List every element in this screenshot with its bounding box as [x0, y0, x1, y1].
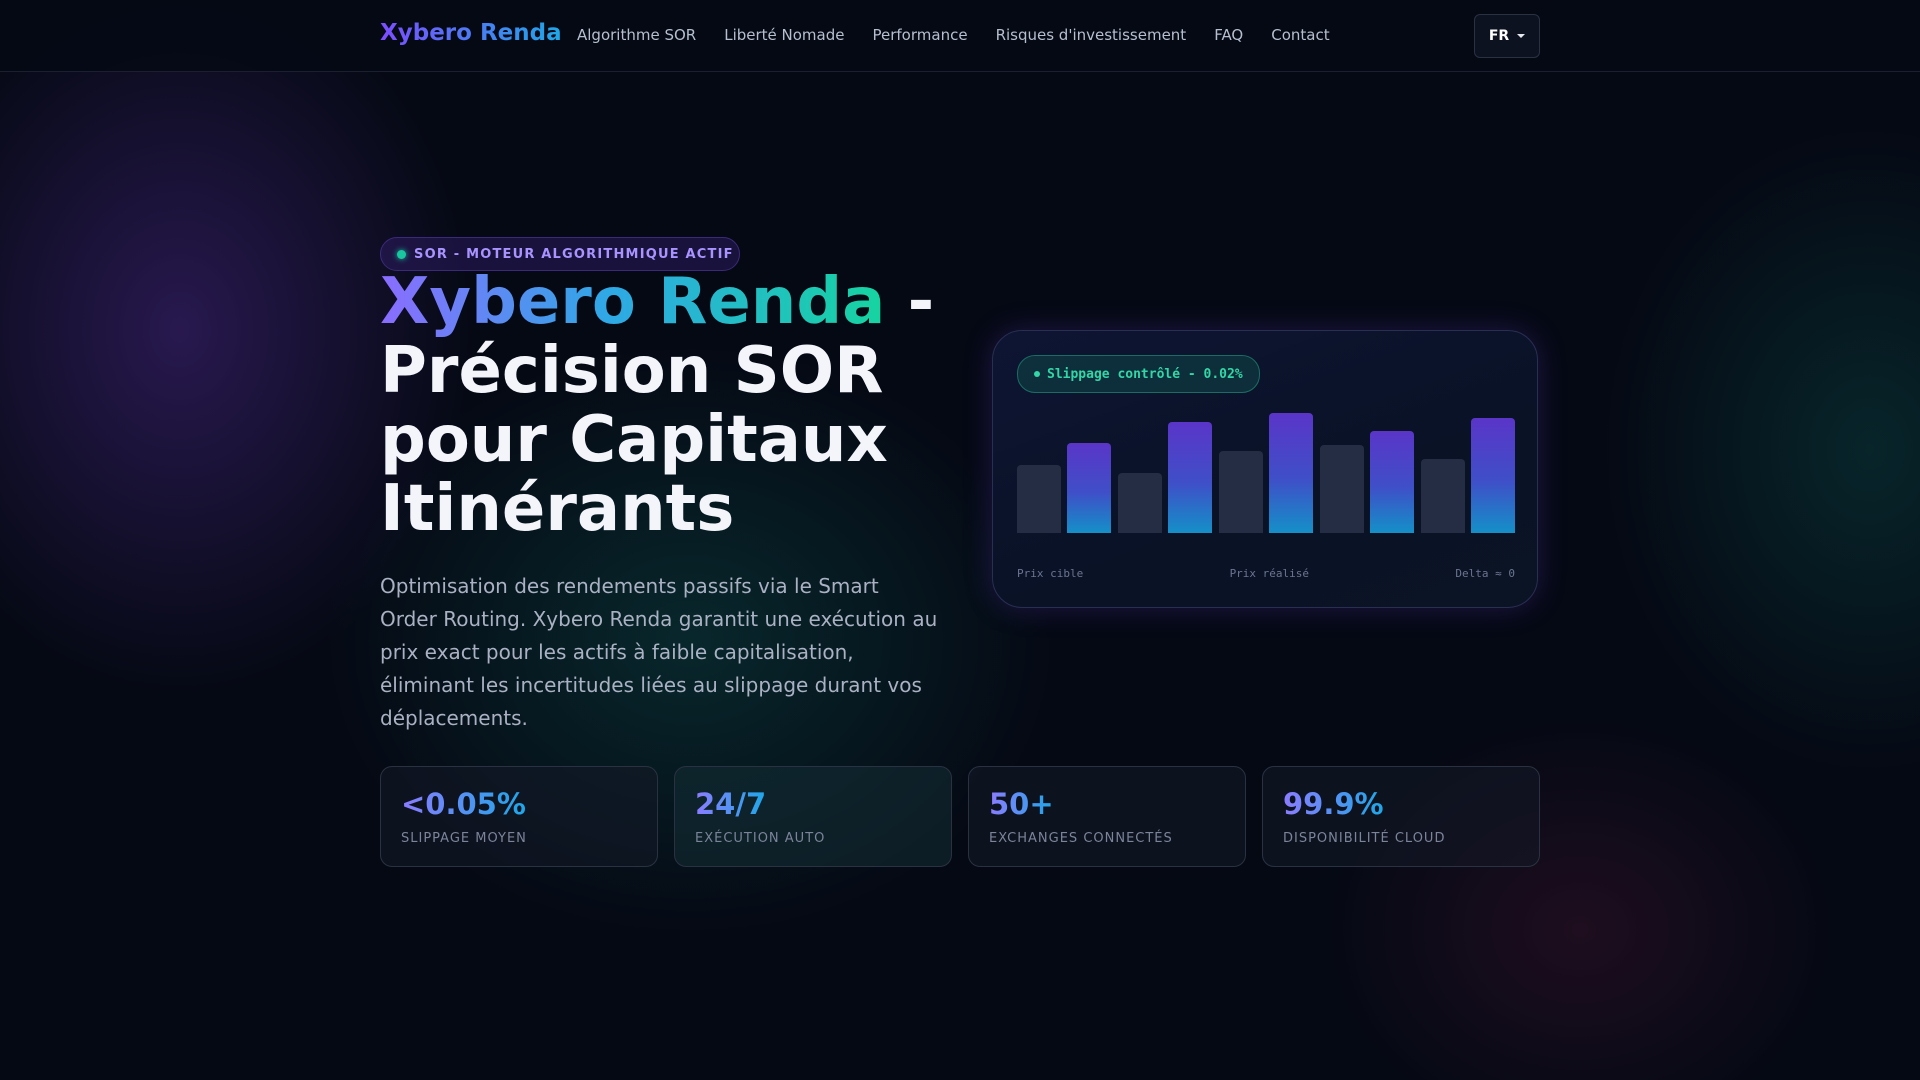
price-bar: [1168, 422, 1213, 533]
price-bar: [1017, 465, 1061, 533]
top-navigation: Xybero Renda Algorithme SOR Liberté Noma…: [0, 0, 1920, 72]
nav-links: Algorithme SOR Liberté Nomade Performanc…: [577, 26, 1330, 44]
page-background: [0, 0, 1920, 1080]
brand-logo[interactable]: Xybero Renda: [380, 20, 562, 46]
stat-value: 99.9%: [1283, 787, 1384, 821]
nav-link-algorithme-sor[interactable]: Algorithme SOR: [577, 26, 696, 44]
label-realized-price: Prix réalisé: [1229, 567, 1310, 580]
price-bar: [1319, 445, 1364, 533]
price-bar: [1117, 473, 1162, 533]
stat-value: 24/7: [695, 787, 767, 821]
hero-title-highlight: Xybero Renda: [380, 265, 886, 339]
stat-value: <0.05%: [401, 787, 526, 821]
stat-card-execution: 24/7 EXÉCUTION AUTO: [674, 766, 952, 867]
nav-link-performance[interactable]: Performance: [873, 26, 968, 44]
nav-link-liberte-nomade[interactable]: Liberté Nomade: [724, 26, 844, 44]
stat-card-slippage: <0.05% SLIPPAGE MOYEN: [380, 766, 658, 867]
price-bar: [1420, 459, 1465, 533]
label-target-price: Prix cible: [1017, 567, 1084, 580]
hero-description: Optimisation des rendements passifs via …: [380, 574, 938, 730]
label-delta: Delta ≈ 0: [1455, 567, 1515, 580]
price-bar: [1370, 431, 1415, 533]
stats-row: <0.05% SLIPPAGE MOYEN 24/7 EXÉCUTION AUT…: [380, 766, 1540, 867]
stat-label: DISPONIBILITÉ CLOUD: [1283, 831, 1446, 846]
slippage-status-text: Slippage contrôlé - 0.02%: [1047, 366, 1243, 382]
price-bar: [1067, 443, 1112, 533]
price-bar: [1269, 413, 1314, 533]
nav-link-contact[interactable]: Contact: [1271, 26, 1329, 44]
slippage-status-pill: Slippage contrôlé - 0.02%: [1017, 355, 1260, 393]
nav-link-risques[interactable]: Risques d'investissement: [996, 26, 1187, 44]
status-dot-icon: [1034, 371, 1040, 377]
stat-label: EXCHANGES CONNECTÉS: [989, 831, 1173, 846]
language-label: FR: [1488, 28, 1510, 44]
hero-title: Xybero Renda - Précision SOR pour Capita…: [380, 268, 940, 544]
nav-link-faq[interactable]: FAQ: [1214, 26, 1243, 44]
price-bar: [1218, 451, 1263, 533]
card-labels: Prix cible Prix réalisé Delta ≈ 0: [1017, 567, 1515, 580]
stat-value: 50+: [989, 787, 1054, 821]
stat-label: EXÉCUTION AUTO: [695, 831, 826, 846]
price-bars: [1017, 411, 1515, 533]
status-badge-text: SOR - MOTEUR ALGORITHMIQUE ACTIF: [414, 246, 734, 262]
stat-card-exchanges: 50+ EXCHANGES CONNECTÉS: [968, 766, 1246, 867]
stat-label: SLIPPAGE MOYEN: [401, 831, 527, 846]
price-bar: [1471, 418, 1515, 533]
status-dot-icon: [397, 249, 406, 259]
execution-preview-card: Slippage contrôlé - 0.02% Prix cible Pri…: [992, 330, 1538, 608]
stat-card-uptime: 99.9% DISPONIBILITÉ CLOUD: [1262, 766, 1540, 867]
language-selector[interactable]: FR: [1474, 14, 1540, 58]
chevron-down-icon: [1517, 34, 1526, 38]
